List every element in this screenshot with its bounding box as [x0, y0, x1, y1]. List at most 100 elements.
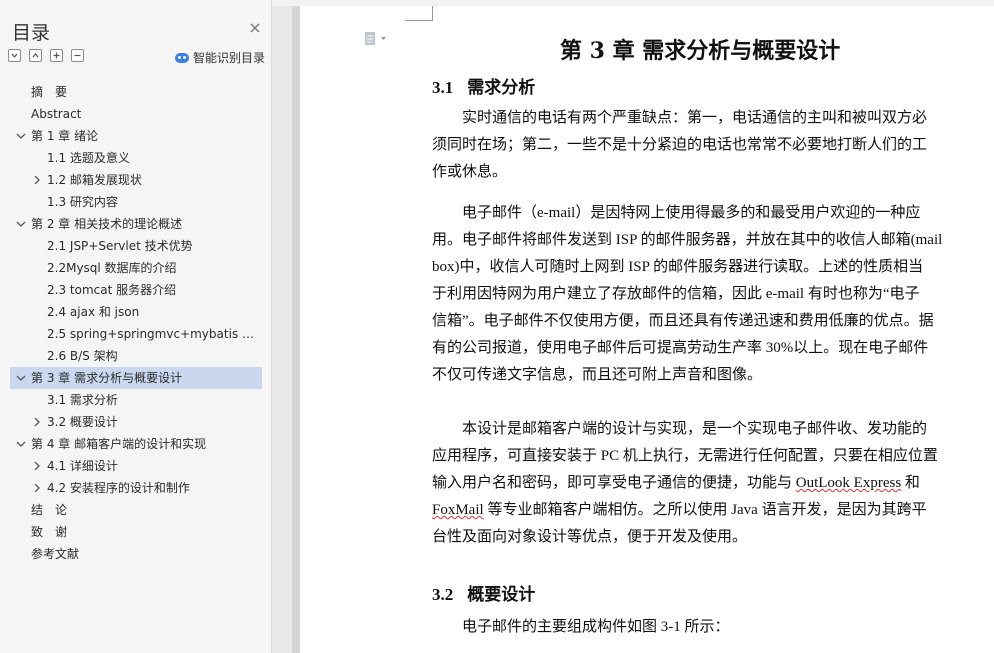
expand-all-button[interactable]: [8, 49, 21, 62]
document-area: 第 3 章 需求分析与概要设计 3.1 需求分析 实时通信的电话有两个严重缺点：第…: [272, 0, 994, 653]
spellcheck-word: FoxMail: [432, 502, 484, 518]
toc-item-label: 2.6 B/S 架构: [47, 349, 118, 363]
chevron-down-icon[interactable]: [15, 213, 27, 235]
text-fragment: 和: [901, 475, 920, 491]
toc-item[interactable]: 4.1 详细设计: [10, 455, 262, 477]
toc-item-label: 3.1 需求分析: [47, 393, 118, 407]
toc-item-label: 1.1 选题及意义: [47, 151, 130, 165]
toc-item[interactable]: 致 谢: [10, 521, 262, 543]
toc-item-label: 结 论: [31, 503, 68, 517]
text-line: 用。电子邮件将邮件发送到 ISP 的邮件服务器，并放在其中的收信人邮箱(mail: [432, 232, 943, 248]
chevron-right-icon[interactable]: [31, 477, 43, 499]
close-icon[interactable]: ×: [247, 20, 263, 36]
plus-icon: [53, 52, 60, 59]
toc-item[interactable]: 2.2Mysql 数据库的介绍: [10, 257, 262, 279]
text-line: 信箱”。电子邮件不仅使用方便，而且还具有传递迅速和费用低廉的优点。据: [432, 313, 934, 329]
toc-item[interactable]: 1.3 研究内容: [10, 191, 262, 213]
chevron-up-icon: [32, 53, 39, 58]
section-number: 3.2: [432, 585, 454, 604]
toc-item[interactable]: 1.1 选题及意义: [10, 147, 262, 169]
minus-icon: [74, 54, 81, 57]
collapse-all-button[interactable]: [29, 49, 42, 62]
toc-item-label: 2.4 ajax 和 json: [47, 305, 140, 319]
toc-item-label: 4.2 安装程序的设计和制作: [47, 481, 190, 495]
document-menu-icon[interactable]: [364, 32, 390, 46]
toc-item[interactable]: 1.2 邮箱发展现状: [10, 169, 262, 191]
toc-item[interactable]: 2.5 spring+springmvc+mybatis 框...: [10, 323, 262, 345]
text-line: 作或休息。: [432, 164, 508, 180]
toc-item-label: 第 1 章 绪论: [31, 129, 99, 143]
page-margin-mark: [405, 6, 433, 21]
text-fragment: 输入用户名和密码，即可享受电子通信的便捷，功能与: [432, 475, 796, 491]
chevron-right-icon[interactable]: [31, 455, 43, 477]
sidebar-title: 目录: [12, 22, 51, 44]
paragraph-1: 实时通信的电话有两个严重缺点：第一，电话通信的主叫和被叫双方必 须同时在场；第二…: [432, 105, 994, 186]
text-line: box)中，收信人可随时上网到 ISP 的邮件服务器进行读取。上述的性质相当: [432, 259, 924, 275]
toc-item-label: 第 2 章 相关技术的理论概述: [31, 217, 183, 231]
chevron-down-icon[interactable]: [15, 367, 27, 389]
section-title: 需求分析: [467, 78, 536, 98]
chevron-down-icon[interactable]: [15, 125, 27, 147]
toc-item-label: 2.1 JSP+Servlet 技术优势: [47, 239, 193, 253]
toc-item-label: 3.2 概要设计: [47, 415, 118, 429]
document-page[interactable]: 第 3 章 需求分析与概要设计 3.1 需求分析 实时通信的电话有两个严重缺点：第…: [300, 6, 994, 653]
toc-item[interactable]: 第 2 章 相关技术的理论概述: [10, 213, 262, 235]
add-heading-button[interactable]: [50, 49, 63, 62]
paragraph-3: 本设计是邮箱客户端的设计与实现，是一个实现电子邮件收、发功能的 应用程序，可直接…: [432, 416, 994, 551]
paragraph-2: 电子邮件（e-mail）是因特网上使用得最多的和最受用户欢迎的一种应 用。电子邮…: [432, 200, 994, 389]
chevron-right-icon[interactable]: [31, 411, 43, 433]
toc-item[interactable]: 2.3 tomcat 服务器介绍: [10, 279, 262, 301]
smart-toc-button[interactable]: 智能识别目录: [175, 49, 265, 66]
toc-sidebar: 目录 × 智能识别目录 摘 要 Abstract 第 1 章 绪论 1.1 选题及意义…: [0, 0, 272, 653]
text-line: 应用程序，可直接安装于 PC 机上执行，无需进行任何配置，只要在相应位置: [432, 448, 938, 464]
text-line: 有的公司报道，使用电子邮件后可提高劳动生产率 30%以上。现在电子邮件: [432, 340, 929, 356]
ai-icon: [175, 52, 189, 63]
text-line: 于利用因特网为用户建立了存放邮件的信箱，因此 e-mail 有时也称为“电子: [432, 286, 920, 302]
toc-item[interactable]: 3.1 需求分析: [10, 389, 262, 411]
chevron-down-icon: [11, 53, 18, 58]
text-line: 实时通信的电话有两个严重缺点：第一，电话通信的主叫和被叫双方必: [432, 110, 928, 126]
toc-item[interactable]: 参考文献: [10, 543, 262, 565]
text-line: FoxMail 等专业邮箱客户端相仿。之所以使用 Java 语言开发，是因为其跨…: [432, 497, 994, 524]
toc-item-label: Abstract: [31, 107, 82, 121]
toc-toolbar: [8, 49, 84, 62]
chevron-right-icon[interactable]: [31, 169, 43, 191]
toc-item[interactable]: 第 3 章 需求分析与概要设计: [10, 367, 262, 389]
toc-item-label: 第 3 章 需求分析与概要设计: [31, 371, 183, 385]
text-line: 输入用户名和密码，即可享受电子通信的便捷，功能与 OutLook Express…: [432, 470, 994, 497]
text-line: 电子邮件（e-mail）是因特网上使用得最多的和最受用户欢迎的一种应: [432, 205, 921, 221]
remove-heading-button[interactable]: [71, 49, 84, 62]
chevron-down-icon[interactable]: [15, 433, 27, 455]
smart-toc-label: 智能识别目录: [193, 51, 266, 65]
toc-item[interactable]: 摘 要: [10, 81, 262, 103]
text-line: 本设计是邮箱客户端的设计与实现，是一个实现电子邮件收、发功能的: [432, 421, 928, 437]
toc-item-label: 致 谢: [31, 525, 68, 539]
toc-item-label: 参考文献: [31, 547, 80, 561]
toc-item-label: 第 4 章 邮箱客户端的设计和实现: [31, 437, 207, 451]
toc-item[interactable]: 结 论: [10, 499, 262, 521]
toc-item[interactable]: Abstract: [10, 103, 262, 125]
toc-item-label: 1.2 邮箱发展现状: [47, 173, 142, 187]
toc-item-label: 2.3 tomcat 服务器介绍: [47, 283, 177, 297]
toc-item-label: 1.3 研究内容: [47, 195, 118, 209]
toc-item[interactable]: 2.1 JSP+Servlet 技术优势: [10, 235, 262, 257]
paragraph-4: 电子邮件的主要组成构件如图 3-1 所示：: [432, 614, 994, 641]
toc-item-label: 4.1 详细设计: [47, 459, 118, 473]
spellcheck-word: OutLook Express: [795, 475, 902, 491]
section-number: 3.1: [432, 78, 454, 97]
toc-list: 摘 要 Abstract 第 1 章 绪论 1.1 选题及意义 1.2 邮箱发展现状 1.…: [10, 81, 262, 565]
section-title: 概要设计: [467, 585, 536, 605]
toc-item[interactable]: 2.4 ajax 和 json: [10, 301, 262, 323]
toc-item-label: 2.2Mysql 数据库的介绍: [47, 261, 177, 275]
text-line: 台性及面向对象设计等优点，便于开发及使用。: [432, 529, 748, 545]
section-heading-3-1: 3.1 需求分析: [432, 73, 535, 98]
toc-item[interactable]: 第 1 章 绪论: [10, 125, 262, 147]
text-fragment: 等专业邮箱客户端相仿。之所以使用 Java 语言开发，是因为其跨平: [483, 502, 927, 518]
toc-item[interactable]: 3.2 概要设计: [10, 411, 262, 433]
toc-item[interactable]: 4.2 安装程序的设计和制作: [10, 477, 262, 499]
text-line: 须同时在场；第二，一些不是十分紧迫的电话也常常不必要地打断人们的工: [432, 137, 928, 153]
text-line: 不仅可传递文字信息，而且还可附上声音和图像。: [432, 367, 763, 383]
toc-item[interactable]: 2.6 B/S 架构: [10, 345, 262, 367]
toc-item-label: 摘 要: [31, 85, 68, 99]
toc-item[interactable]: 第 4 章 邮箱客户端的设计和实现: [10, 433, 262, 455]
